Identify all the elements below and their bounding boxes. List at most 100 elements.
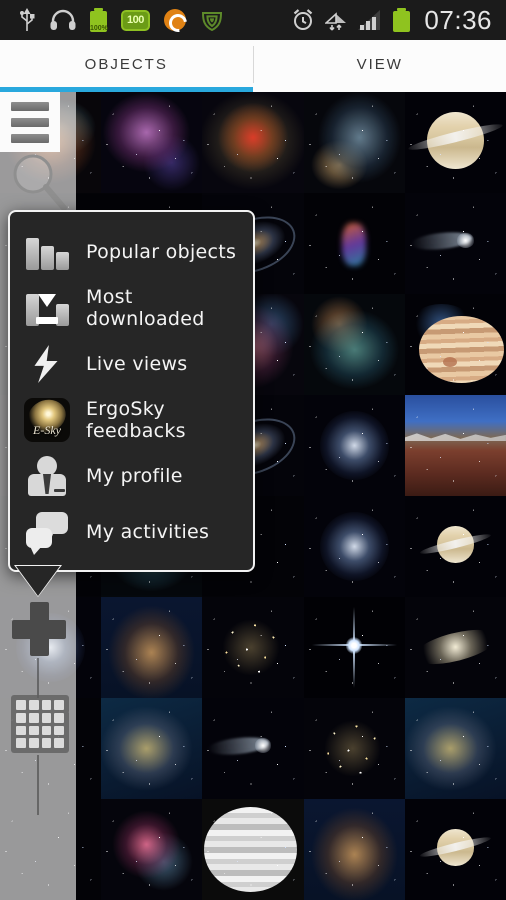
grid-icon-cell <box>16 712 26 723</box>
strip-rule-lower <box>37 755 39 815</box>
gallery-tile-emission-nebula[interactable] <box>101 698 203 799</box>
gallery-tile-blue-nebula[interactable] <box>303 294 405 395</box>
grid-icon-cell <box>28 725 39 736</box>
gallery-tile-mars-terrain[interactable] <box>404 395 506 496</box>
gallery-tile-bright-star[interactable] <box>303 597 405 698</box>
gallery-tile-face-on-galaxy[interactable] <box>303 496 405 597</box>
grid-icon-cell <box>16 738 26 748</box>
strip-rule-upper <box>37 658 39 698</box>
gallery-tile-comet[interactable] <box>404 193 506 294</box>
grid-icon-cell <box>41 738 52 748</box>
gallery-tile-jupiter[interactable] <box>404 294 506 395</box>
menu-item-my-activities[interactable]: My activities <box>10 504 253 560</box>
grid-icon-cell <box>54 712 64 723</box>
headphones-icon <box>50 9 76 30</box>
tile-starfield <box>404 193 506 294</box>
status-bar-left-icons: 100% 100 <box>8 7 224 33</box>
gallery-tile-orion-nebula[interactable] <box>101 799 203 900</box>
gallery-tile-saturn[interactable] <box>404 92 506 193</box>
gallery-tile-jupiter-mono[interactable] <box>202 799 304 900</box>
tile-starfield <box>101 799 203 900</box>
app-root: 100% 100 07:36 OBJECTS VIEW Popular obje… <box>0 0 506 900</box>
signal-bars-icon <box>358 10 381 30</box>
gallery-tile-nebula-bluegold[interactable] <box>303 92 405 193</box>
bar-chart-icon <box>24 230 70 274</box>
tile-starfield <box>202 597 304 698</box>
ergosky-icon-label: E-Sky <box>33 423 61 437</box>
gallery-tile-pillars-of-creation[interactable] <box>101 597 203 698</box>
menu-item-popular-objects[interactable]: Popular objects <box>10 224 253 280</box>
grid-icon-cell <box>41 725 52 736</box>
tile-starfield <box>101 698 203 799</box>
grid-icon-cell <box>28 712 39 723</box>
alarm-clock-icon <box>294 9 313 30</box>
tile-starfield <box>101 92 203 193</box>
hamburger-menu-button[interactable] <box>0 92 60 152</box>
tab-objects[interactable]: OBJECTS <box>0 40 253 92</box>
gallery-tile-open-cluster[interactable] <box>303 698 405 799</box>
menu-item-label: Most downloaded <box>86 286 205 330</box>
tile-starfield <box>404 799 506 900</box>
tab-bar: OBJECTS VIEW <box>0 40 506 92</box>
gallery-tile-globular-cluster[interactable] <box>202 597 304 698</box>
tile-starfield <box>202 698 304 799</box>
status-bar-right-icons: 07:36 <box>291 5 498 36</box>
gallery-tile-comet-2[interactable] <box>202 698 304 799</box>
grid-icon-cell <box>54 738 64 748</box>
tile-starfield <box>303 294 405 395</box>
hamburger-bar <box>11 101 49 111</box>
tile-starfield <box>404 496 506 597</box>
grid-icon-cell <box>54 725 64 736</box>
ergosky-galaxy-icon: E-Sky <box>24 398 70 442</box>
wifi-data-icon <box>325 12 347 31</box>
lightning-bolt-icon <box>24 342 70 386</box>
grid-icon-cell <box>16 700 26 710</box>
add-button[interactable] <box>8 598 70 660</box>
tile-starfield <box>303 799 405 900</box>
grid-icon-cell <box>16 725 26 736</box>
gallery-tile-nebula-purple[interactable] <box>101 92 203 193</box>
tile-starfield <box>101 597 203 698</box>
popup-menu[interactable]: Popular objects Most downloaded Live vie… <box>8 210 255 572</box>
menu-item-ergosky-feedbacks[interactable]: E-Sky ErgoSky feedbacks <box>10 392 253 448</box>
gallery-tile-saturn-small[interactable] <box>404 496 506 597</box>
grid-icon-cell <box>41 700 52 710</box>
gallery-tile-glowing-core[interactable] <box>303 395 405 496</box>
grid-icon-cell <box>28 700 39 710</box>
tile-starfield <box>404 698 506 799</box>
popup-menu-pointer <box>14 565 62 597</box>
grid-icon-cell <box>54 700 64 710</box>
menu-item-label: My activities <box>86 521 210 543</box>
menu-item-label: Live views <box>86 353 188 375</box>
tab-view-label: VIEW <box>356 55 403 73</box>
popup-menu-pointer-fill <box>16 566 60 596</box>
search-button[interactable] <box>6 152 72 214</box>
tile-starfield <box>404 92 506 193</box>
search-icon <box>13 154 67 211</box>
gallery-tile-saturn-tilted[interactable] <box>404 799 506 900</box>
tile-starfield <box>404 395 506 496</box>
battery-percent-label: 100% <box>90 25 108 32</box>
gallery-tile-quasar-jet[interactable] <box>303 193 405 294</box>
tile-starfield <box>202 799 304 900</box>
menu-item-most-downloaded[interactable]: Most downloaded <box>10 280 253 336</box>
status-bar: 100% 100 07:36 <box>0 0 506 40</box>
tab-objects-label: OBJECTS <box>84 55 168 73</box>
gallery-tile-nebula-blue-deep[interactable] <box>303 799 405 900</box>
menu-item-label: Popular objects <box>86 241 237 263</box>
gallery-tile-edge-on-galaxy[interactable] <box>404 597 506 698</box>
grid-icon-cell <box>28 738 39 748</box>
grid-icon-cell <box>41 712 52 723</box>
tile-starfield <box>404 294 506 395</box>
sync-icon <box>163 9 186 31</box>
tile-starfield <box>303 395 405 496</box>
menu-item-live-views[interactable]: Live views <box>10 336 253 392</box>
grid-view-button[interactable] <box>11 695 69 753</box>
gallery-tile-carina-nebula[interactable] <box>404 698 506 799</box>
gallery-tile-supernova-remnant[interactable] <box>202 92 304 193</box>
tile-starfield <box>303 698 405 799</box>
tab-view[interactable]: VIEW <box>254 40 506 92</box>
tile-starfield <box>303 193 405 294</box>
menu-item-my-profile[interactable]: My profile <box>10 448 253 504</box>
hamburger-bar <box>11 117 49 127</box>
